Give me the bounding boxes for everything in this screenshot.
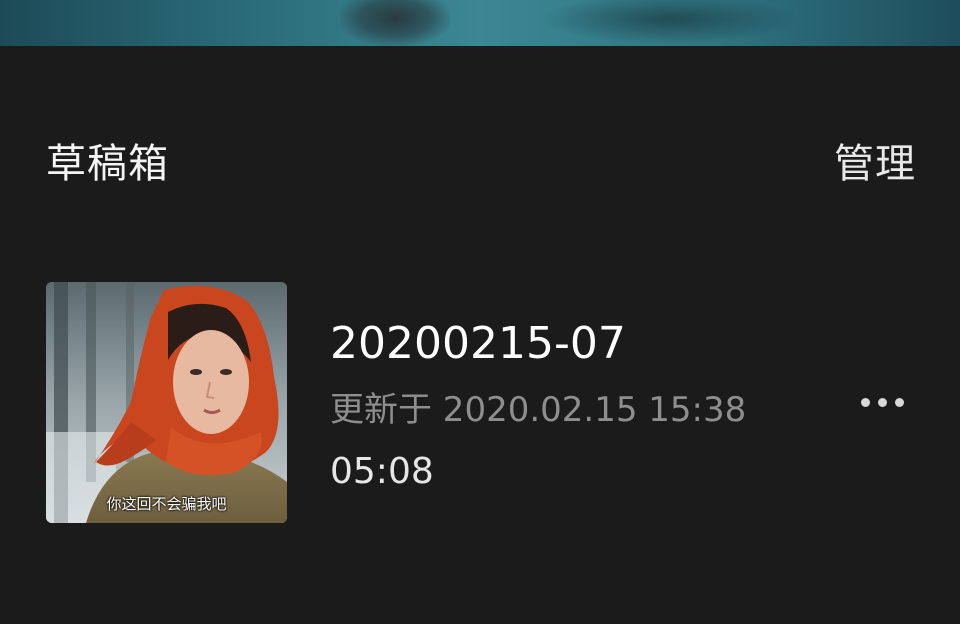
draft-updated-time: 更新于 2020.02.15 15:38	[330, 390, 747, 430]
drafts-page: 草稿箱 管理 你这回不会骗我吧 20200215-07 更新于 2020.02.…	[0, 0, 960, 624]
section-title: 草稿箱	[46, 141, 169, 187]
banner-shadow	[340, 0, 450, 46]
more-horizontal-icon[interactable]	[852, 386, 912, 418]
more-dot	[860, 397, 870, 407]
top-banner-image[interactable]	[0, 0, 960, 46]
thumbnail-image	[46, 282, 287, 523]
draft-thumbnail[interactable]: 你这回不会骗我吧	[46, 282, 287, 523]
banner-shadow-secondary	[540, 0, 800, 44]
draft-name: 20200215-07	[330, 318, 626, 369]
draft-item[interactable]: 你这回不会骗我吧 20200215-07 更新于 2020.02.15 15:3…	[46, 282, 914, 524]
thumbnail-caption: 你这回不会骗我吧	[106, 495, 227, 513]
more-dot	[894, 397, 904, 407]
manage-button[interactable]: 管理	[834, 140, 916, 188]
draft-duration: 05:08	[330, 451, 434, 492]
more-dot	[877, 397, 887, 407]
